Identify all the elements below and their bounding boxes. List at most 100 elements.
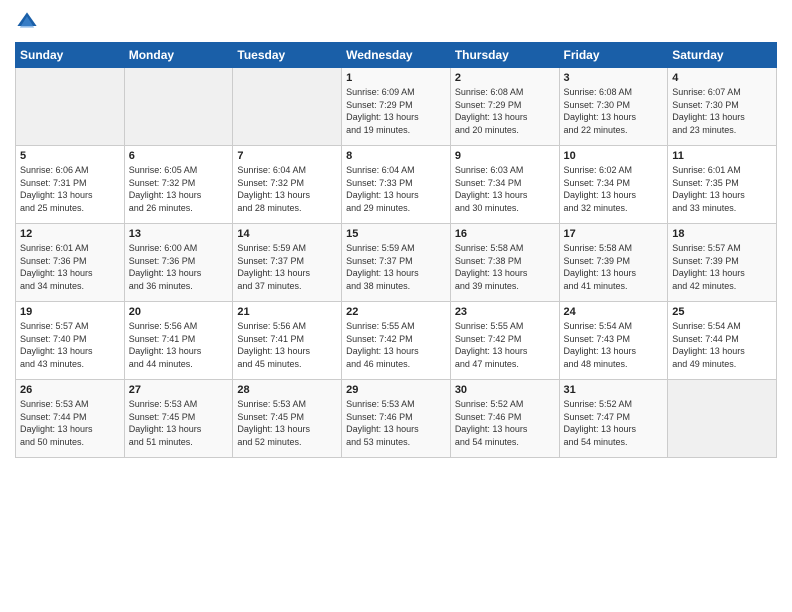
empty-cell xyxy=(16,68,125,146)
day-cell-7: 7 Sunrise: 6:04 AM Sunset: 7:32 PM Daylig… xyxy=(233,146,342,224)
day-number: 17 xyxy=(564,228,664,240)
day-cell-3: 3 Sunrise: 6:08 AM Sunset: 7:30 PM Daylig… xyxy=(559,68,668,146)
day-cell-23: 23 Sunrise: 5:55 AM Sunset: 7:42 PM Dayli… xyxy=(450,302,559,380)
day-cell-29: 29Sunrise: 5:53 AM Sunset: 7:46 PM Dayli… xyxy=(342,380,451,458)
day-number: 3 xyxy=(564,72,664,84)
day-cell-18: 18 Sunrise: 5:57 AM Sunset: 7:39 PM Dayli… xyxy=(668,224,777,302)
day-number: 6 xyxy=(129,150,229,162)
day-number: 4 xyxy=(672,72,772,84)
day-cell-4: 4 Sunrise: 6:07 AM Sunset: 7:30 PM Daylig… xyxy=(668,68,777,146)
day-number: 21 xyxy=(237,306,337,318)
header-wednesday: Wednesday xyxy=(342,43,451,68)
day-info: Sunrise: 5:56 AM Sunset: 7:41 PM Dayligh… xyxy=(129,320,229,370)
day-cell-5: 5Sunrise: 6:06 AM Sunset: 7:31 PM Daylig… xyxy=(16,146,125,224)
week-row-3: 12 Sunrise: 6:01 AM Sunset: 7:36 PM Dayli… xyxy=(16,224,777,302)
day-number: 18 xyxy=(672,228,772,240)
day-cell-14: 14 Sunrise: 5:59 AM Sunset: 7:37 PM Dayli… xyxy=(233,224,342,302)
logo-icon xyxy=(15,10,39,34)
header-sunday: Sunday xyxy=(16,43,125,68)
calendar-table: SundayMondayTuesdayWednesdayThursdayFrid… xyxy=(15,42,777,458)
day-info: Sunrise: 6:04 AM Sunset: 7:33 PM Dayligh… xyxy=(346,164,446,214)
day-info: Sunrise: 5:52 AM Sunset: 7:46 PM Dayligh… xyxy=(455,398,555,448)
header-friday: Friday xyxy=(559,43,668,68)
day-number: 12 xyxy=(20,228,120,240)
day-number: 7 xyxy=(237,150,337,162)
day-info: Sunrise: 5:58 AM Sunset: 7:38 PM Dayligh… xyxy=(455,242,555,292)
day-cell-6: 6Sunrise: 6:05 AM Sunset: 7:32 PM Daylig… xyxy=(124,146,233,224)
week-row-4: 19 Sunrise: 5:57 AM Sunset: 7:40 PM Dayli… xyxy=(16,302,777,380)
empty-cell xyxy=(124,68,233,146)
day-cell-13: 13 Sunrise: 6:00 AM Sunset: 7:36 PM Dayli… xyxy=(124,224,233,302)
day-number: 31 xyxy=(564,384,664,396)
header-tuesday: Tuesday xyxy=(233,43,342,68)
day-number: 10 xyxy=(564,150,664,162)
day-info: Sunrise: 5:55 AM Sunset: 7:42 PM Dayligh… xyxy=(455,320,555,370)
day-cell-27: 27Sunrise: 5:53 AM Sunset: 7:45 PM Dayli… xyxy=(124,380,233,458)
day-info: Sunrise: 6:01 AM Sunset: 7:36 PM Dayligh… xyxy=(20,242,120,292)
day-number: 30 xyxy=(455,384,555,396)
calendar-container: SundayMondayTuesdayWednesdayThursdayFrid… xyxy=(0,0,792,463)
day-number: 14 xyxy=(237,228,337,240)
day-cell-20: 20Sunrise: 5:56 AM Sunset: 7:41 PM Dayli… xyxy=(124,302,233,380)
day-cell-11: 11Sunrise: 6:01 AM Sunset: 7:35 PM Dayli… xyxy=(668,146,777,224)
day-info: Sunrise: 5:57 AM Sunset: 7:39 PM Dayligh… xyxy=(672,242,772,292)
day-info: Sunrise: 5:55 AM Sunset: 7:42 PM Dayligh… xyxy=(346,320,446,370)
day-cell-10: 10 Sunrise: 6:02 AM Sunset: 7:34 PM Dayli… xyxy=(559,146,668,224)
day-cell-28: 28 Sunrise: 5:53 AM Sunset: 7:45 PM Dayli… xyxy=(233,380,342,458)
day-cell-19: 19 Sunrise: 5:57 AM Sunset: 7:40 PM Dayli… xyxy=(16,302,125,380)
day-info: Sunrise: 5:56 AM Sunset: 7:41 PM Dayligh… xyxy=(237,320,337,370)
day-cell-25: 25 Sunrise: 5:54 AM Sunset: 7:44 PM Dayli… xyxy=(668,302,777,380)
week-row-1: 1 Sunrise: 6:09 AM Sunset: 7:29 PM Daylig… xyxy=(16,68,777,146)
day-cell-12: 12 Sunrise: 6:01 AM Sunset: 7:36 PM Dayli… xyxy=(16,224,125,302)
day-number: 28 xyxy=(237,384,337,396)
day-info: Sunrise: 5:53 AM Sunset: 7:45 PM Dayligh… xyxy=(237,398,337,448)
day-info: Sunrise: 6:02 AM Sunset: 7:34 PM Dayligh… xyxy=(564,164,664,214)
day-info: Sunrise: 5:54 AM Sunset: 7:43 PM Dayligh… xyxy=(564,320,664,370)
header-monday: Monday xyxy=(124,43,233,68)
day-cell-1: 1 Sunrise: 6:09 AM Sunset: 7:29 PM Daylig… xyxy=(342,68,451,146)
day-number: 22 xyxy=(346,306,446,318)
day-cell-8: 8 Sunrise: 6:04 AM Sunset: 7:33 PM Daylig… xyxy=(342,146,451,224)
day-cell-17: 17 Sunrise: 5:58 AM Sunset: 7:39 PM Dayli… xyxy=(559,224,668,302)
day-info: Sunrise: 5:52 AM Sunset: 7:47 PM Dayligh… xyxy=(564,398,664,448)
empty-cell xyxy=(233,68,342,146)
day-info: Sunrise: 5:57 AM Sunset: 7:40 PM Dayligh… xyxy=(20,320,120,370)
day-cell-22: 22 Sunrise: 5:55 AM Sunset: 7:42 PM Dayli… xyxy=(342,302,451,380)
day-number: 8 xyxy=(346,150,446,162)
day-info: Sunrise: 6:04 AM Sunset: 7:32 PM Dayligh… xyxy=(237,164,337,214)
day-number: 25 xyxy=(672,306,772,318)
day-info: Sunrise: 6:08 AM Sunset: 7:30 PM Dayligh… xyxy=(564,86,664,136)
day-number: 2 xyxy=(455,72,555,84)
day-cell-9: 9Sunrise: 6:03 AM Sunset: 7:34 PM Daylig… xyxy=(450,146,559,224)
day-cell-16: 16Sunrise: 5:58 AM Sunset: 7:38 PM Dayli… xyxy=(450,224,559,302)
day-info: Sunrise: 5:58 AM Sunset: 7:39 PM Dayligh… xyxy=(564,242,664,292)
day-info: Sunrise: 5:53 AM Sunset: 7:46 PM Dayligh… xyxy=(346,398,446,448)
day-number: 15 xyxy=(346,228,446,240)
day-info: Sunrise: 6:08 AM Sunset: 7:29 PM Dayligh… xyxy=(455,86,555,136)
day-number: 23 xyxy=(455,306,555,318)
day-cell-26: 26 Sunrise: 5:53 AM Sunset: 7:44 PM Dayli… xyxy=(16,380,125,458)
day-info: Sunrise: 5:53 AM Sunset: 7:44 PM Dayligh… xyxy=(20,398,120,448)
day-number: 13 xyxy=(129,228,229,240)
day-info: Sunrise: 6:09 AM Sunset: 7:29 PM Dayligh… xyxy=(346,86,446,136)
day-info: Sunrise: 5:53 AM Sunset: 7:45 PM Dayligh… xyxy=(129,398,229,448)
day-number: 9 xyxy=(455,150,555,162)
calendar-header-row: SundayMondayTuesdayWednesdayThursdayFrid… xyxy=(16,43,777,68)
logo xyxy=(15,10,43,34)
day-info: Sunrise: 5:59 AM Sunset: 7:37 PM Dayligh… xyxy=(346,242,446,292)
day-info: Sunrise: 5:54 AM Sunset: 7:44 PM Dayligh… xyxy=(672,320,772,370)
day-info: Sunrise: 6:00 AM Sunset: 7:36 PM Dayligh… xyxy=(129,242,229,292)
day-number: 1 xyxy=(346,72,446,84)
day-number: 24 xyxy=(564,306,664,318)
day-number: 5 xyxy=(20,150,120,162)
header-thursday: Thursday xyxy=(450,43,559,68)
calendar-header xyxy=(15,10,777,34)
day-number: 11 xyxy=(672,150,772,162)
day-cell-31: 31 Sunrise: 5:52 AM Sunset: 7:47 PM Dayli… xyxy=(559,380,668,458)
day-info: Sunrise: 6:07 AM Sunset: 7:30 PM Dayligh… xyxy=(672,86,772,136)
day-number: 19 xyxy=(20,306,120,318)
day-cell-21: 21 Sunrise: 5:56 AM Sunset: 7:41 PM Dayli… xyxy=(233,302,342,380)
day-number: 26 xyxy=(20,384,120,396)
day-info: Sunrise: 5:59 AM Sunset: 7:37 PM Dayligh… xyxy=(237,242,337,292)
empty-cell xyxy=(668,380,777,458)
